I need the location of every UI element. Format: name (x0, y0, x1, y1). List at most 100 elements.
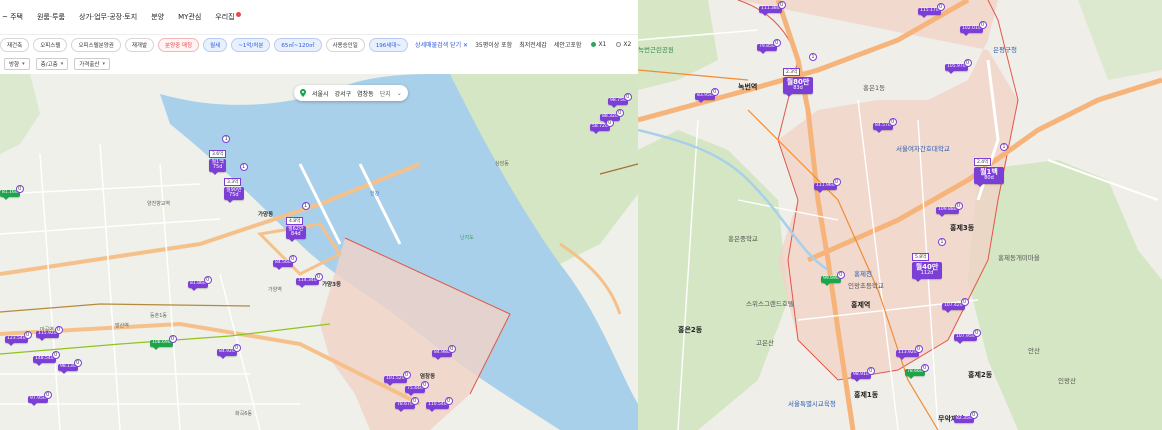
listing-marker[interactable]: 78.67d 0 (395, 397, 419, 412)
listing-marker[interactable]: 115.92d 0 (36, 326, 63, 341)
listing-marker[interactable]: 84.57d 0 (873, 118, 897, 133)
chip-officetel-presale[interactable]: 오피스텔분양권 (71, 37, 121, 52)
location-city[interactable]: 서울시 (312, 89, 329, 98)
map-label: 상암동 (495, 161, 509, 167)
chevron-down-icon: ▾ (102, 61, 105, 67)
map-label: 홍제천 (854, 270, 872, 278)
select-direction-label: 방향 (9, 62, 20, 68)
select-households[interactable]: 196세대~ (368, 37, 409, 52)
listing-marker[interactable]: 97.95d 0 (28, 391, 52, 406)
map-label-station: 녹번역 (738, 83, 758, 91)
marker-tail (8, 342, 14, 346)
marker-tail (212, 171, 218, 175)
marker-tail (854, 378, 860, 382)
map-left[interactable]: 가양동 가양3동 상암동 등촌1동 염창동 화곡6동 발산역 가양역 양천향교역… (0, 74, 638, 430)
listing-marker[interactable]: 148.54d 0 (33, 351, 60, 366)
location-district[interactable]: 강서구 (335, 89, 352, 98)
select-area[interactable]: 65㎡~120㎡ (274, 37, 322, 52)
listing-marker[interactable]: 81.16d 0 (0, 185, 24, 200)
marker-tail (39, 337, 45, 341)
listing-marker[interactable]: 101.52d 0 (384, 371, 411, 386)
listing-marker[interactable]: 79.85d 0 (757, 39, 781, 54)
option-35py[interactable]: 35평이상 포함 (475, 40, 512, 49)
nav-item-my-interest[interactable]: MY관심 (178, 12, 201, 22)
listing-marker[interactable]: 115.17d 0 (918, 3, 945, 18)
listing-marker[interactable]: 98.91d 0 (851, 367, 875, 382)
chip-officetel[interactable]: 오피스텔 (33, 37, 68, 52)
map-label: 가양역 (268, 287, 282, 293)
chip-reconstruction[interactable]: 재건축 (0, 37, 30, 52)
listing-marker[interactable]: 84.98d 0 (432, 345, 456, 360)
radio-x1[interactable]: X1 (591, 41, 606, 48)
nav-item-oneroom[interactable]: 원룸·투룸 (37, 12, 65, 22)
chip-presale-matching[interactable]: 분양중 매칭 (158, 37, 200, 52)
listing-marker[interactable]: 99.69d 0 (821, 271, 845, 286)
nav-item-our-home[interactable]: 우리집 (215, 12, 241, 22)
nav-item-commercial[interactable]: 상가·업무·공장·토지 (79, 12, 137, 22)
listing-marker-highlight[interactable]: 2.3억 월80만 83d 1 (783, 53, 817, 97)
chip-redevelopment[interactable]: 재개발 (124, 37, 155, 52)
listing-marker[interactable]: 3.3억 월90만 75d 1 (224, 163, 248, 203)
listing-marker[interactable]: 108.69d 0 (150, 335, 177, 350)
location-bar[interactable]: 서울시 강서구 염창동 단지 ⌄ (294, 85, 408, 101)
select-direction[interactable]: 방향 ▾ (4, 58, 30, 70)
marker-tail (276, 266, 282, 270)
listing-marker[interactable]: 102.01d 0 (960, 21, 987, 36)
listing-marker[interactable]: 114.34d 0 (296, 273, 323, 288)
map-left-base (0, 74, 638, 430)
listing-marker[interactable]: 109.88d 0 (936, 202, 963, 217)
listing-marker-highlight[interactable]: 5.8억 월40만 112d 1 (912, 238, 946, 282)
location-dong[interactable]: 염창동 (357, 89, 374, 98)
listing-marker[interactable]: 82.35d 0 (954, 411, 978, 423)
listing-marker[interactable]: 107.95d 0 (954, 329, 981, 344)
option-tenant[interactable]: 세안고포함 (554, 40, 582, 49)
nav-item-house[interactable]: ~ 주택 (2, 12, 23, 22)
right-panel-map[interactable]: 녹번역 홍제역 무악재역 홍제3동 홍제2동 홍제1동 홍은1동 홍은2동 고은… (638, 0, 1162, 430)
marker-count: 0 (203, 276, 212, 284)
listing-marker-highlight[interactable]: 2.4억 월1백 80d 1 (974, 143, 1008, 187)
select-price-trend[interactable]: 가격출산 ▾ (74, 58, 110, 70)
marker-count: 0 (914, 345, 923, 353)
map-label: 녹번근린공원 (638, 46, 674, 54)
listing-marker[interactable]: 78.66d 0 (905, 364, 929, 379)
marker-count: 0 (444, 397, 453, 405)
listing-marker[interactable]: 58.72d 0 (590, 119, 614, 134)
select-deal-type[interactable]: 월세 (203, 37, 228, 52)
marker-tail (824, 282, 830, 286)
listing-marker[interactable]: 111.38d 0 (759, 1, 786, 16)
marker-tail (762, 12, 768, 16)
marker-count: 0 (978, 21, 987, 29)
listing-marker[interactable]: 4.8억 월62만 84d 1 (286, 202, 310, 242)
listing-marker[interactable]: 105.97d 0 (945, 59, 972, 74)
radio-x2[interactable]: X2 (616, 41, 631, 48)
location-type[interactable]: 단지 (380, 89, 391, 98)
detail-search-close[interactable]: 상세매물검색 닫기 ✕ (415, 40, 468, 49)
nav-item-presale[interactable]: 분양 (151, 12, 164, 22)
listing-marker[interactable]: 98.13d 0 (58, 359, 82, 374)
listing-marker[interactable]: 84.92d 0 (217, 344, 241, 359)
map-label: 홍제동개미마을 (998, 254, 1040, 262)
listing-marker[interactable]: 111.96d 0 (814, 178, 841, 193)
select-floor[interactable]: 층/고층 ▾ (35, 58, 69, 70)
listing-marker[interactable]: 84.56d 0 (273, 255, 297, 270)
select-approval-date[interactable]: 사용승인일 (325, 37, 365, 52)
listing-marker[interactable]: 75.44d 0 (405, 381, 429, 396)
map-label: 안산 (1028, 347, 1040, 355)
marker-count: 0 (43, 391, 52, 399)
marker-tail (593, 130, 599, 134)
marker-tail (36, 362, 42, 366)
marker-count: 0 (402, 371, 411, 379)
select-price[interactable]: ~1억/처분 (231, 37, 271, 52)
listing-marker[interactable]: 110.54d 0 (426, 397, 453, 412)
marker-tail (387, 382, 393, 386)
marker-tail (220, 355, 226, 359)
option-min-jeonse[interactable]: 최저전세갑 (519, 40, 547, 49)
listing-marker[interactable]: 83.95d 0 (695, 88, 719, 103)
marker-tail (908, 375, 914, 379)
listing-marker[interactable]: 81.86d 0 (188, 276, 212, 291)
listing-marker[interactable]: 123.54d 0 (5, 331, 32, 346)
marker-count: 0 (832, 178, 841, 186)
listing-marker[interactable]: 98.75d 0 (608, 93, 632, 108)
listing-marker[interactable]: 107.42d 0 (942, 298, 969, 313)
listing-marker[interactable]: 113.92d 0 (896, 345, 923, 360)
